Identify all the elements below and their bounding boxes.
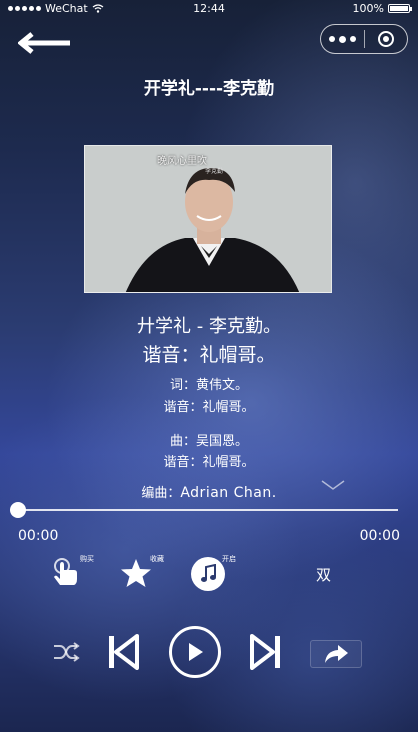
status-bar: WeChat 12:44 100% xyxy=(0,0,418,18)
music-toggle-button[interactable] xyxy=(191,557,225,591)
lyric-line: 谐音：礼帽哥。 xyxy=(163,400,255,415)
total-time: 00:00 xyxy=(359,528,400,544)
prev-icon[interactable] xyxy=(107,634,139,670)
arranger-label: 编曲： xyxy=(141,486,181,501)
lyric-line: 廾学礼 - 李克勤。 xyxy=(137,316,281,337)
battery-icon xyxy=(388,4,412,13)
back-arrow-icon[interactable] xyxy=(18,32,72,54)
shuffle-icon[interactable] xyxy=(52,640,80,664)
lyric-line-arranger: 编曲：Adrian Chan. xyxy=(0,482,418,501)
lyric-line: 谐音：礼帽哥。 xyxy=(142,344,276,366)
play-icon xyxy=(189,643,203,661)
chevron-down-icon[interactable] xyxy=(320,478,346,492)
favorite-label: 收藏 xyxy=(150,555,164,563)
lyric-line: 曲：吴国恩。 xyxy=(169,434,248,449)
open-label: 开启 xyxy=(222,555,236,563)
current-time: 00:00 xyxy=(18,528,59,544)
close-capsule-button[interactable] xyxy=(365,31,407,47)
next-icon[interactable] xyxy=(250,634,282,670)
progress-handle[interactable] xyxy=(10,502,26,518)
share-button[interactable] xyxy=(310,640,362,668)
cover-caption: 晚风心里吹 xyxy=(157,156,207,167)
page-title: 开学礼----李克勤 xyxy=(143,79,275,99)
star-icon[interactable] xyxy=(120,558,152,588)
play-button[interactable] xyxy=(169,626,221,678)
more-icon[interactable] xyxy=(321,35,364,43)
record-icon xyxy=(377,31,394,47)
music-note-icon xyxy=(201,564,216,582)
cover-subcaption: 李克勤 xyxy=(205,168,224,175)
lyric-line: 词：黄伟文。 xyxy=(169,378,248,393)
mode-toggle[interactable]: 双 xyxy=(316,564,331,585)
album-cover: 晚风心里吹 李克勤 xyxy=(84,145,332,293)
progress-track[interactable] xyxy=(18,509,398,511)
buy-label: 购买 xyxy=(80,555,94,563)
lyric-line: 谐音：礼帽哥。 xyxy=(163,455,255,470)
tap-icon[interactable] xyxy=(50,557,80,589)
battery-percent: 100% xyxy=(352,2,384,15)
mini-program-capsule xyxy=(320,24,408,54)
arranger-name: Adrian Chan. xyxy=(180,485,277,501)
share-icon xyxy=(325,645,348,663)
